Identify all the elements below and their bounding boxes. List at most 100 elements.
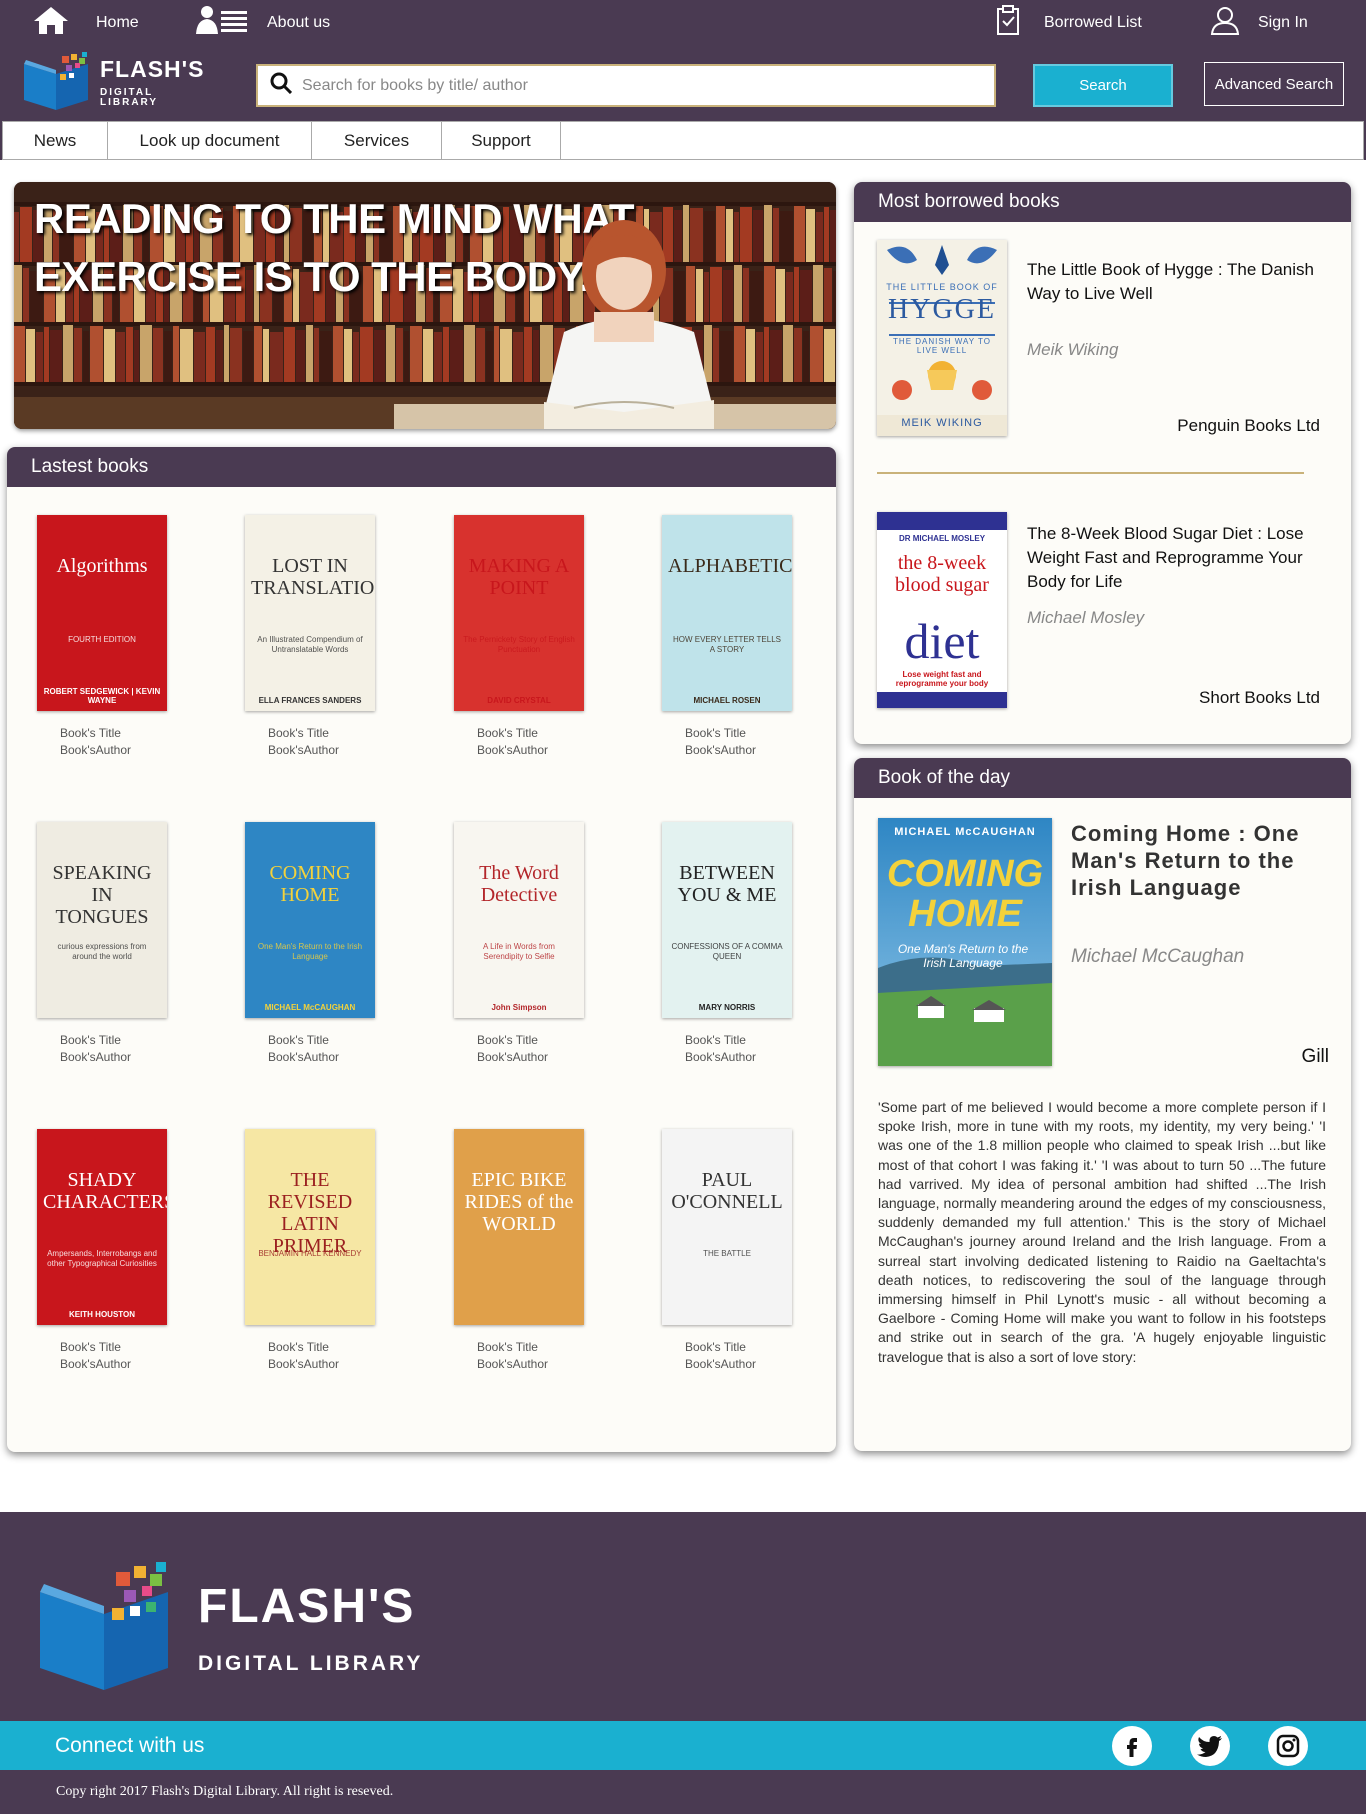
botd-cover-text: COMING HOME	[886, 853, 1044, 935]
book-cover[interactable]: ALPHABETICAL HOW EVERY LETTER TELLS A STO…	[662, 515, 792, 711]
book-card[interactable]: SHADY CHARACTERS Ampersands, Interrobangs…	[37, 1129, 187, 1373]
borrowed-author: Michael Mosley	[1027, 608, 1145, 627]
book-cover-subtitle: curious expressions from around the worl…	[57, 942, 147, 961]
book-cover-author: John Simpson	[491, 1003, 547, 1012]
book-cover[interactable]: PAUL O'CONNELL THE BATTLE	[662, 1129, 792, 1325]
book-meta: Book's Title Book'sAuthor	[477, 1339, 604, 1373]
borrowed-title[interactable]: The 8-Week Blood Sugar Diet : Lose Weigh…	[1027, 522, 1327, 594]
book-card[interactable]: The Word Detective A Life in Words from S…	[454, 822, 604, 1066]
book-author: Book'sAuthor	[268, 1357, 339, 1371]
book-title[interactable]: Book's Title	[685, 725, 812, 742]
book-meta: Book's Title Book'sAuthor	[60, 1339, 187, 1373]
book-cover[interactable]: COMING HOME One Man's Return to the Irish…	[245, 822, 375, 1018]
book-meta: Book's Title Book'sAuthor	[477, 725, 604, 759]
book-meta: Book's Title Book'sAuthor	[685, 725, 812, 759]
book-title[interactable]: Book's Title	[477, 1032, 604, 1049]
book-meta: Book's Title Book'sAuthor	[477, 1032, 604, 1066]
hygge-cover-author: MEIK WIKING	[901, 417, 983, 429]
book-title[interactable]: Book's Title	[60, 1339, 187, 1356]
borrowed-list-link[interactable]: Borrowed List	[994, 0, 1142, 45]
book-card[interactable]: ALPHABETICAL HOW EVERY LETTER TELLS A STO…	[662, 515, 812, 759]
nav-item-look-up-document[interactable]: Look up document	[108, 122, 312, 159]
book-cover-author: MICHAEL McCAUGHAN	[264, 1003, 356, 1012]
book-cover-title: Algorithms	[56, 555, 148, 577]
book-title[interactable]: Book's Title	[60, 1032, 187, 1049]
book-cover[interactable]: LOST IN TRANSLATION An Illustrated Compen…	[245, 515, 375, 711]
book-author: Book'sAuthor	[60, 743, 131, 757]
book-title[interactable]: Book's Title	[268, 725, 395, 742]
book-card[interactable]: SPEAKING IN TONGUES curious expressions f…	[37, 822, 187, 1066]
reading-woman-image	[544, 220, 714, 429]
book-author: Book'sAuthor	[685, 1050, 756, 1064]
latest-books-panel: Lastest books Algorithms FOURTH EDITION RO…	[7, 447, 836, 1452]
nav-item-support[interactable]: Support	[442, 122, 561, 159]
book-card[interactable]: BETWEEN YOU & ME CONFESSIONS OF A COMMA Q…	[662, 822, 812, 1066]
book-cover[interactable]: SHADY CHARACTERS Ampersands, Interrobangs…	[37, 1129, 167, 1325]
book-of-the-day-cover[interactable]: MICHAEL McCAUGHAN COMING HOME One Man's …	[878, 818, 1052, 1066]
copyright: Copy right 2017 Flash's Digital Library.…	[0, 1770, 1366, 1814]
book-card[interactable]: THE REVISED LATIN PRIMER BENJAMIN HALL KE…	[245, 1129, 395, 1373]
book-author: Book'sAuthor	[477, 1050, 548, 1064]
book-cover-title: SPEAKING IN TONGUES	[52, 862, 152, 928]
book-cover[interactable]: Algorithms FOURTH EDITION ROBERT SEDGEWICK…	[37, 515, 167, 711]
book-card[interactable]: LOST IN TRANSLATION An Illustrated Compen…	[245, 515, 395, 759]
book-cover[interactable]: SPEAKING IN TONGUES curious expressions f…	[37, 822, 167, 1018]
book-author: Book'sAuthor	[685, 1357, 756, 1371]
book-title[interactable]: Book's Title	[268, 1339, 395, 1356]
about-label: About us	[267, 13, 331, 31]
book-card[interactable]: EPIC BIKE RIDES of the WORLD Book's Title…	[454, 1129, 604, 1373]
book-card[interactable]: COMING HOME One Man's Return to the Irish…	[245, 822, 395, 1066]
twitter-icon[interactable]	[1190, 1726, 1230, 1766]
search-button[interactable]: Search	[1033, 64, 1173, 107]
book-title[interactable]: Book's Title	[268, 1032, 395, 1049]
book-cover[interactable]: EPIC BIKE RIDES of the WORLD	[454, 1129, 584, 1325]
main-nav: News Look up document Services Support	[0, 121, 1366, 160]
nav-item-services[interactable]: Services	[312, 122, 442, 159]
book-cover[interactable]: The Word Detective A Life in Words from S…	[454, 822, 584, 1018]
book-cover-title: BETWEEN YOU & ME	[677, 862, 777, 906]
logo-text: FLASH'S DIGITAL LIBRARY	[100, 58, 212, 108]
borrowed-item[interactable]: THE LITTLE BOOK OF HYGGE THE DANISH WAY …	[877, 240, 1332, 440]
book-cover-author: KEITH HOUSTON	[68, 1310, 136, 1319]
book-of-the-day-title[interactable]: Coming Home : One Man's Return to the Ir…	[1071, 820, 1331, 901]
book-cover-blood-sugar-diet[interactable]: DR MICHAEL MOSLEY the 8-week blood sugar…	[877, 512, 1007, 708]
book-cover-author: MICHAEL ROSEN	[693, 696, 761, 705]
sign-in-link[interactable]: Sign In	[1210, 0, 1308, 45]
book-cover-subtitle: FOURTH EDITION	[68, 635, 136, 644]
book-title[interactable]: Book's Title	[477, 725, 604, 742]
book-cover-title: MAKING A POINT	[468, 555, 570, 599]
facebook-icon[interactable]	[1112, 1726, 1152, 1766]
book-cover-author: ELLA FRANCES SANDERS	[258, 696, 362, 705]
borrowed-item[interactable]: DR MICHAEL MOSLEY the 8-week blood sugar…	[877, 512, 1332, 712]
diet-cover-sub: the 8-week blood sugar	[895, 552, 989, 596]
book-title[interactable]: Book's Title	[477, 1339, 604, 1356]
book-cover-subtitle: CONFESSIONS OF A COMMA QUEEN	[671, 942, 783, 961]
book-cover[interactable]: MAKING A POINT The Pernickety Story of En…	[454, 515, 584, 711]
book-card[interactable]: PAUL O'CONNELL THE BATTLE Book's Title Book…	[662, 1129, 812, 1373]
about-link[interactable]: About us	[193, 0, 330, 45]
borrowed-publisher: Penguin Books Ltd	[1177, 416, 1320, 435]
book-cover-subtitle: The Pernickety Story of English Punctuat…	[463, 635, 575, 654]
instagram-icon[interactable]	[1268, 1726, 1308, 1766]
book-title[interactable]: Book's Title	[60, 725, 187, 742]
home-link[interactable]: Home	[32, 0, 139, 45]
book-cover[interactable]: THE REVISED LATIN PRIMER BENJAMIN HALL KE…	[245, 1129, 375, 1325]
book-cover[interactable]: BETWEEN YOU & ME CONFESSIONS OF A COMMA Q…	[662, 822, 792, 1018]
logo-line2: DIGITAL LIBRARY	[100, 87, 159, 108]
book-title[interactable]: Book's Title	[685, 1032, 812, 1049]
footer-logo[interactable]: FLASH'S DIGITAL LIBRARY	[36, 1562, 423, 1695]
connect-label: Connect with us	[55, 1733, 205, 1757]
advanced-search-button[interactable]: Advanced Search	[1204, 62, 1344, 106]
hygge-cover-sub: THE LITTLE BOOK OF	[886, 282, 998, 292]
nav-item-news[interactable]: News	[3, 122, 108, 159]
borrowed-title[interactable]: The Little Book of Hygge : The Danish Wa…	[1027, 258, 1327, 306]
book-card[interactable]: Algorithms FOURTH EDITION ROBERT SEDGEWICK…	[37, 515, 187, 759]
search-input[interactable]	[302, 76, 952, 95]
book-cover-title: COMING HOME	[269, 862, 351, 906]
book-meta: Book's Title Book'sAuthor	[268, 725, 395, 759]
book-card[interactable]: MAKING A POINT The Pernickety Story of En…	[454, 515, 604, 759]
latest-books-heading: Lastest books	[7, 447, 836, 487]
site-logo[interactable]: FLASH'S DIGITAL LIBRARY	[22, 51, 212, 111]
book-title[interactable]: Book's Title	[685, 1339, 812, 1356]
book-cover-hygge[interactable]: THE LITTLE BOOK OF HYGGE THE DANISH WAY …	[877, 240, 1007, 436]
